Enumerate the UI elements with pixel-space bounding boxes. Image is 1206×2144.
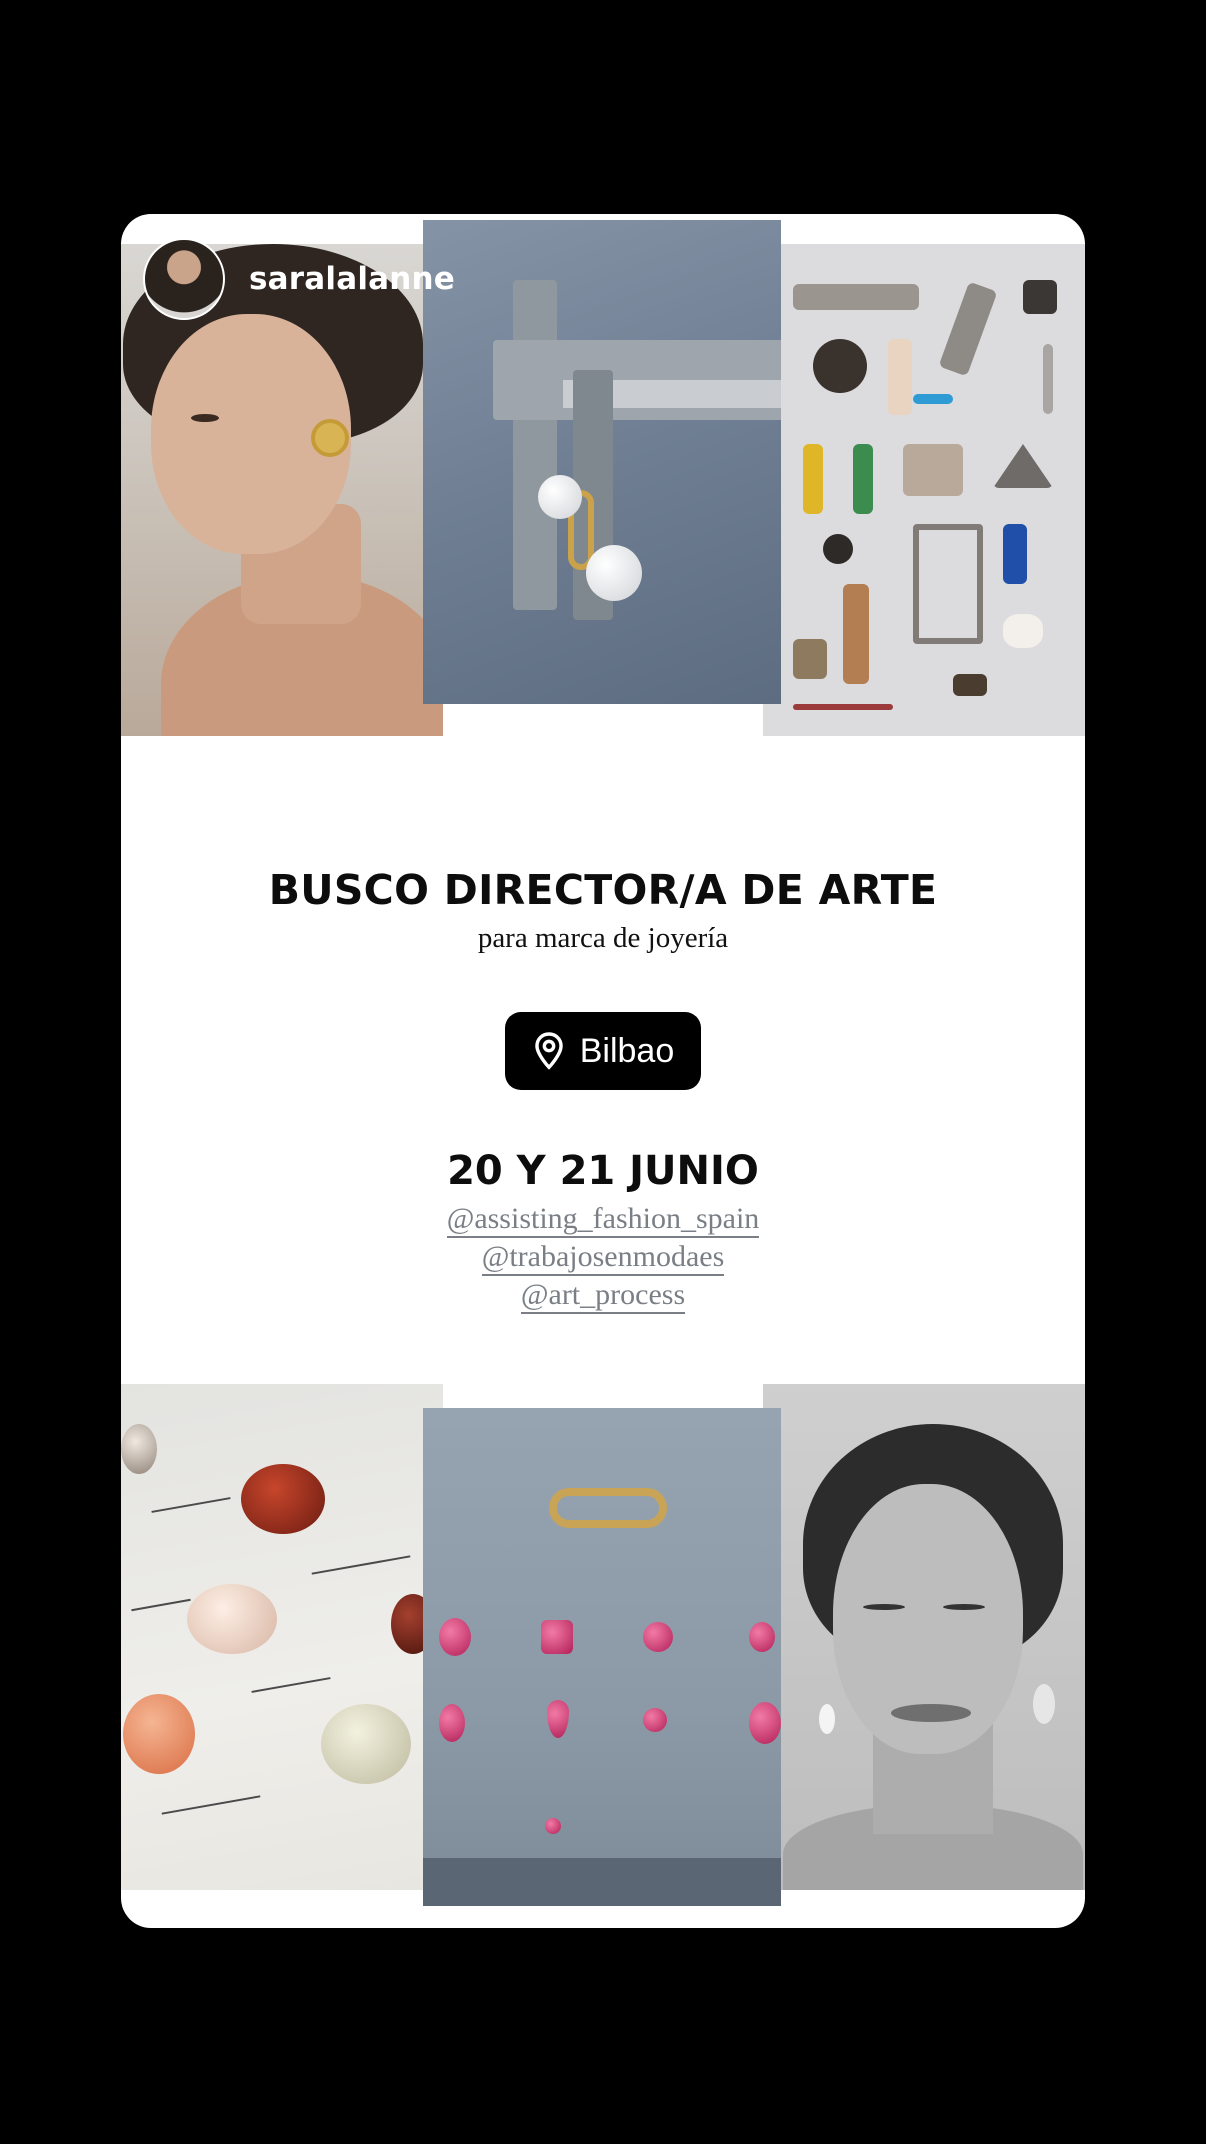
event-dates: 20 Y 21 JUNIO	[447, 1148, 759, 1194]
headline: BUSCO DIRECTOR/A DE ARTE	[268, 866, 938, 914]
mention-link[interactable]: @trabajosenmodaes	[481, 1240, 725, 1276]
map-pin-icon	[534, 1032, 563, 1070]
photo-ring-pink-stones	[423, 1408, 781, 1906]
mention-link[interactable]: @art_process	[520, 1278, 686, 1314]
photo-caliper-pearls	[423, 220, 781, 704]
photo-jewelry-tools	[763, 244, 1085, 736]
avatar[interactable]	[143, 238, 225, 320]
mention-link[interactable]: @assisting_fashion_spain	[446, 1202, 760, 1238]
photo-loose-gemstones	[121, 1384, 443, 1890]
story-header: saralalanne	[143, 238, 455, 320]
story-card: saralalanne BUSCO DIRECTOR/A DE ARTE par…	[121, 214, 1085, 1928]
location-label: Bilbao	[579, 1031, 675, 1070]
location-sticker[interactable]: Bilbao	[505, 1012, 701, 1090]
subheadline: para marca de joyería	[477, 922, 729, 954]
mentions: @assisting_fashion_spain @trabajosenmoda…	[121, 1200, 1085, 1314]
photo-bw-portrait	[763, 1384, 1085, 1890]
username[interactable]: saralalanne	[249, 261, 455, 297]
